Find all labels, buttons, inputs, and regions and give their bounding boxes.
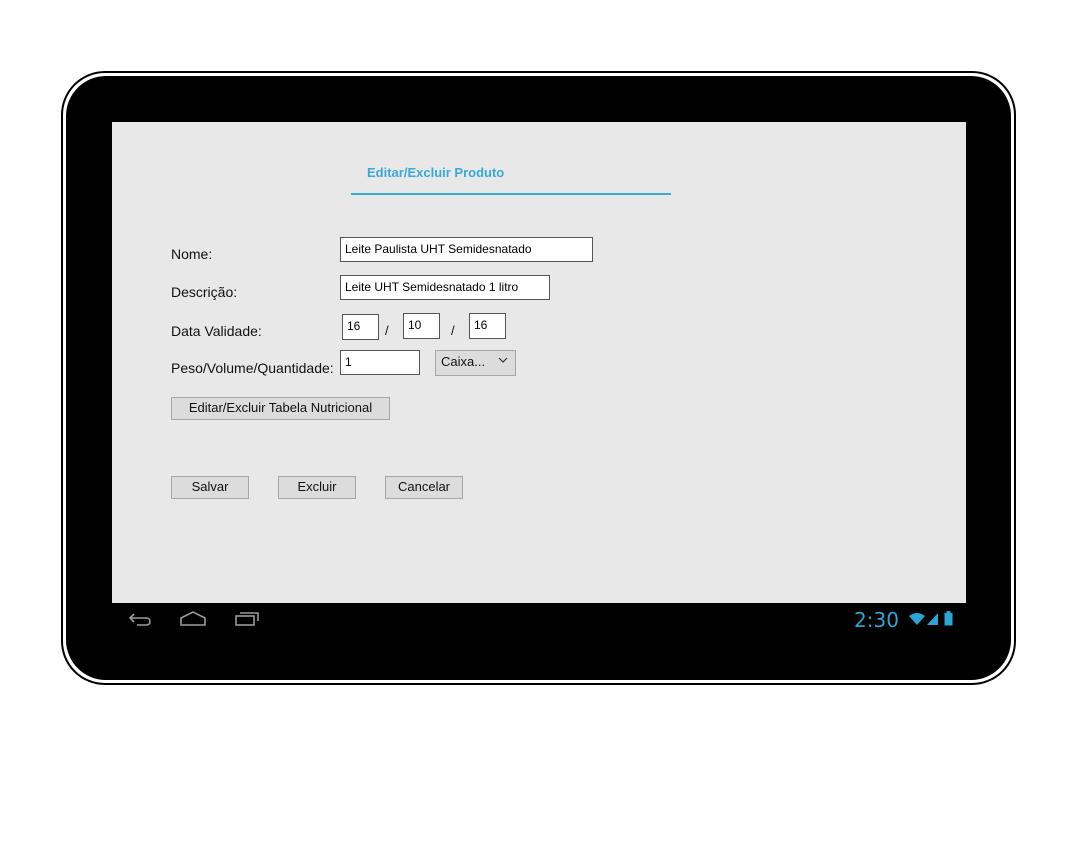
peso-label: Peso/Volume/Quantidade: <box>171 360 334 376</box>
status-clock: 2:30 <box>854 608 899 632</box>
validade-month-input[interactable]: 10 <box>403 313 440 339</box>
validade-label: Data Validade: <box>171 323 262 339</box>
editar-tabela-nutricional-button[interactable]: Editar/Excluir Tabela Nutricional <box>171 397 390 420</box>
unit-select-value: Caixa... <box>441 354 486 369</box>
cancelar-button[interactable]: Cancelar <box>385 476 463 499</box>
system-navigation-bar: 2:30 <box>112 603 966 635</box>
date-separator: / <box>451 323 455 338</box>
validade-day-input[interactable]: 16 <box>342 314 379 340</box>
chevron-down-icon <box>498 355 508 369</box>
excluir-button[interactable]: Excluir <box>278 476 356 499</box>
validade-year-input[interactable]: 16 <box>469 313 506 339</box>
nome-label: Nome: <box>171 246 213 262</box>
peso-input[interactable]: 1 <box>340 350 420 375</box>
descricao-input[interactable]: Leite UHT Semidesnatado 1 litro <box>340 275 550 300</box>
nome-input[interactable]: Leite Paulista UHT Semidesnatado <box>340 237 593 262</box>
unit-select[interactable]: Caixa... <box>435 350 516 376</box>
date-separator: / <box>385 323 389 338</box>
descricao-label: Descrição: <box>171 284 238 300</box>
signal-icon <box>926 612 939 631</box>
battery-icon <box>944 611 953 631</box>
page-title: Editar/Excluir Produto <box>367 165 505 180</box>
wifi-icon <box>908 612 926 631</box>
recent-apps-icon[interactable] <box>234 611 260 632</box>
home-icon[interactable] <box>179 611 207 632</box>
title-underline <box>351 193 671 195</box>
salvar-button[interactable]: Salvar <box>171 476 249 499</box>
app-screen: Editar/Excluir Produto Nome: Leite Pauli… <box>112 122 966 603</box>
back-icon[interactable] <box>127 611 153 632</box>
